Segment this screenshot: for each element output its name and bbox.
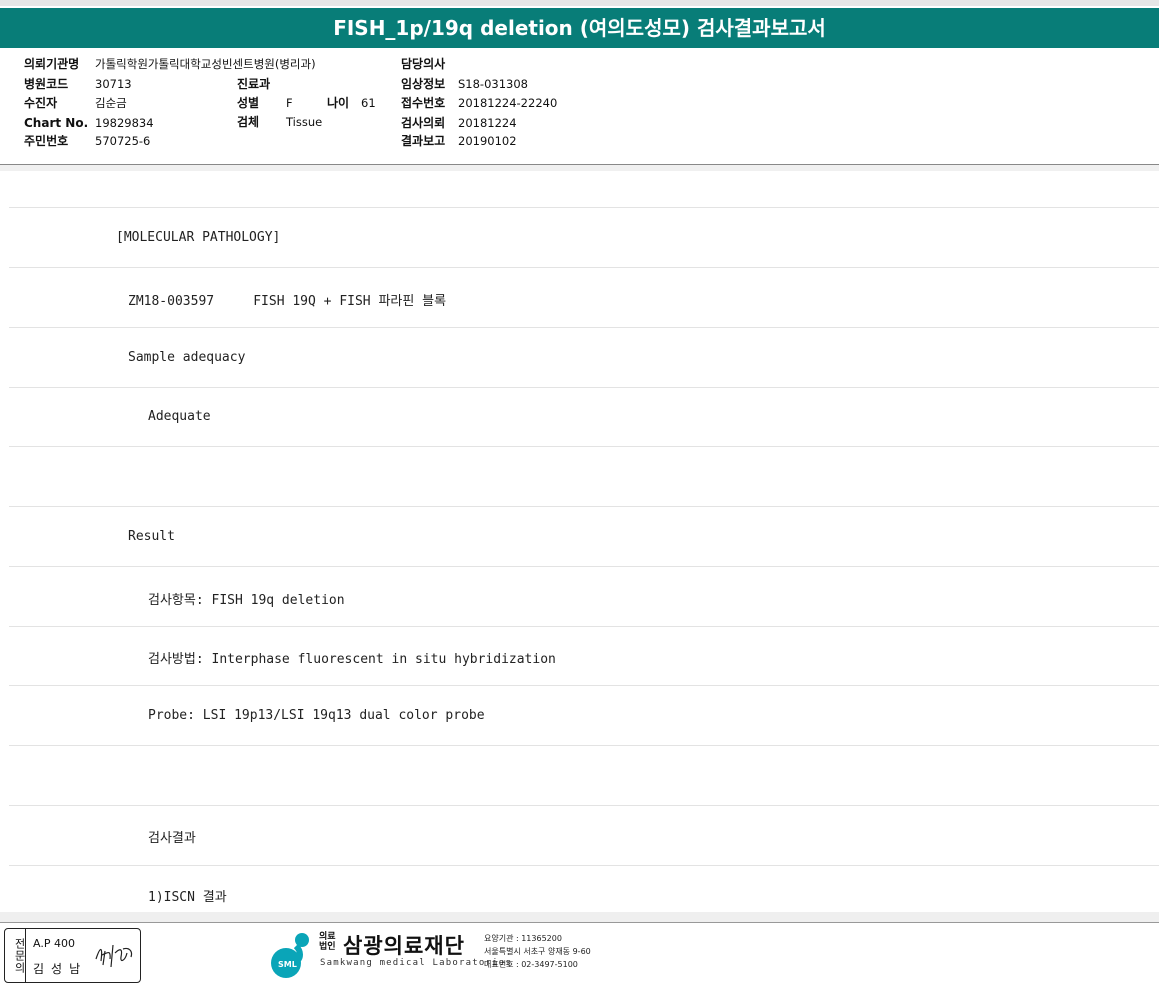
row-divider [9,566,1159,567]
org-info-address: 서울특별시 서초구 양재동 9-60 [484,947,591,956]
doctor-label: 담당의사 [401,57,446,71]
patient-value: 김순금 [95,96,127,110]
stamp-ap-number: A.P 400 [33,937,75,950]
sml-logo-icon: SML [271,933,309,978]
section-heading: [MOLECULAR PATHOLOGY] [116,230,281,245]
age-label: 나이 [327,96,350,110]
organization-info: 요양기관 : 11365200 서울특별시 서초구 양재동 9-60 대표번호 … [484,932,591,971]
stamp-role-label: 전문의 [5,929,26,982]
sex-label: 성별 [237,96,260,110]
request-date-value: 20181224 [458,116,517,130]
row-divider [9,506,1159,507]
org-type-text: 의료 법인 [319,932,336,952]
institution-label: 의뢰기관명 [24,57,80,71]
hospital-code-value: 30713 [95,77,132,91]
org-info-code: 요양기관 : 11365200 [484,934,562,943]
report-date-label: 결과보고 [401,134,446,148]
org-info-phone: 대표번호 : 02-3497-5100 [484,960,578,969]
row-divider [9,207,1159,208]
footer-shadow [0,912,1159,922]
organization-name: 삼광의료재단 [343,934,465,958]
resident-no-label: 주민번호 [24,134,69,148]
pathologist-stamp: 전문의 A.P 400 김성남 [4,928,141,983]
request-date-label: 검사의뢰 [401,116,446,130]
row-divider [9,446,1159,447]
receipt-no-value: 20181224-22240 [458,96,558,110]
clinical-info-value: S18-031308 [458,77,528,91]
report-title: FISH_1p/19q deletion (여의도성모) 검사결과보고서 [0,8,1159,48]
dept-label: 진료과 [237,77,271,91]
resident-no-value: 570725-6 [95,134,151,148]
row-divider [9,387,1159,388]
logo-text: SML [278,960,297,969]
sample-adequacy-value: Adequate [148,409,211,424]
specimen-value: Tissue [286,115,323,129]
row-divider [9,267,1159,268]
stamp-pathologist-name: 김성남 [33,962,88,976]
chart-no-label: Chart No. [24,116,89,130]
row-divider [9,626,1159,627]
test-method-line: 검사방법: Interphase fluorescent in situ hyb… [148,652,556,667]
test-item-line: 검사항목: FISH 19q deletion [148,593,345,608]
test-order-line: ZM18-003597 FISH 19Q + FISH 파라핀 블록 [128,294,447,309]
stamp-role-text: 전문의 [13,937,26,974]
hospital-code-label: 병원코드 [24,77,69,91]
row-divider [9,805,1159,806]
sample-adequacy-heading: Sample adequacy [128,350,246,365]
row-divider [9,327,1159,328]
org-type-label: 의료 법인 [319,932,336,952]
patient-label: 수진자 [24,96,58,110]
iscn-result-line: 1)ISCN 결과 [148,890,227,905]
row-divider [9,745,1159,746]
row-divider [9,685,1159,686]
age-value: 61 [361,96,376,110]
receipt-no-label: 접수번호 [401,96,446,110]
probe-line: Probe: LSI 19p13/LSI 19q13 dual color pr… [148,708,485,723]
sex-value: F [286,96,293,110]
test-result-heading: 검사결과 [148,831,196,846]
result-heading: Result [128,529,175,544]
signature-icon [95,944,133,968]
report-date-value: 20190102 [458,134,517,148]
header-shadow [0,165,1159,171]
row-divider [9,865,1159,866]
specimen-label: 검체 [237,115,260,129]
top-border [0,0,1159,6]
chart-no-value: 19829834 [95,116,154,130]
institution-value: 가톨릭학원가톨릭대학교성빈센트병원(병리과) [95,57,316,71]
footer-divider [0,922,1159,923]
clinical-info-label: 임상정보 [401,77,446,91]
